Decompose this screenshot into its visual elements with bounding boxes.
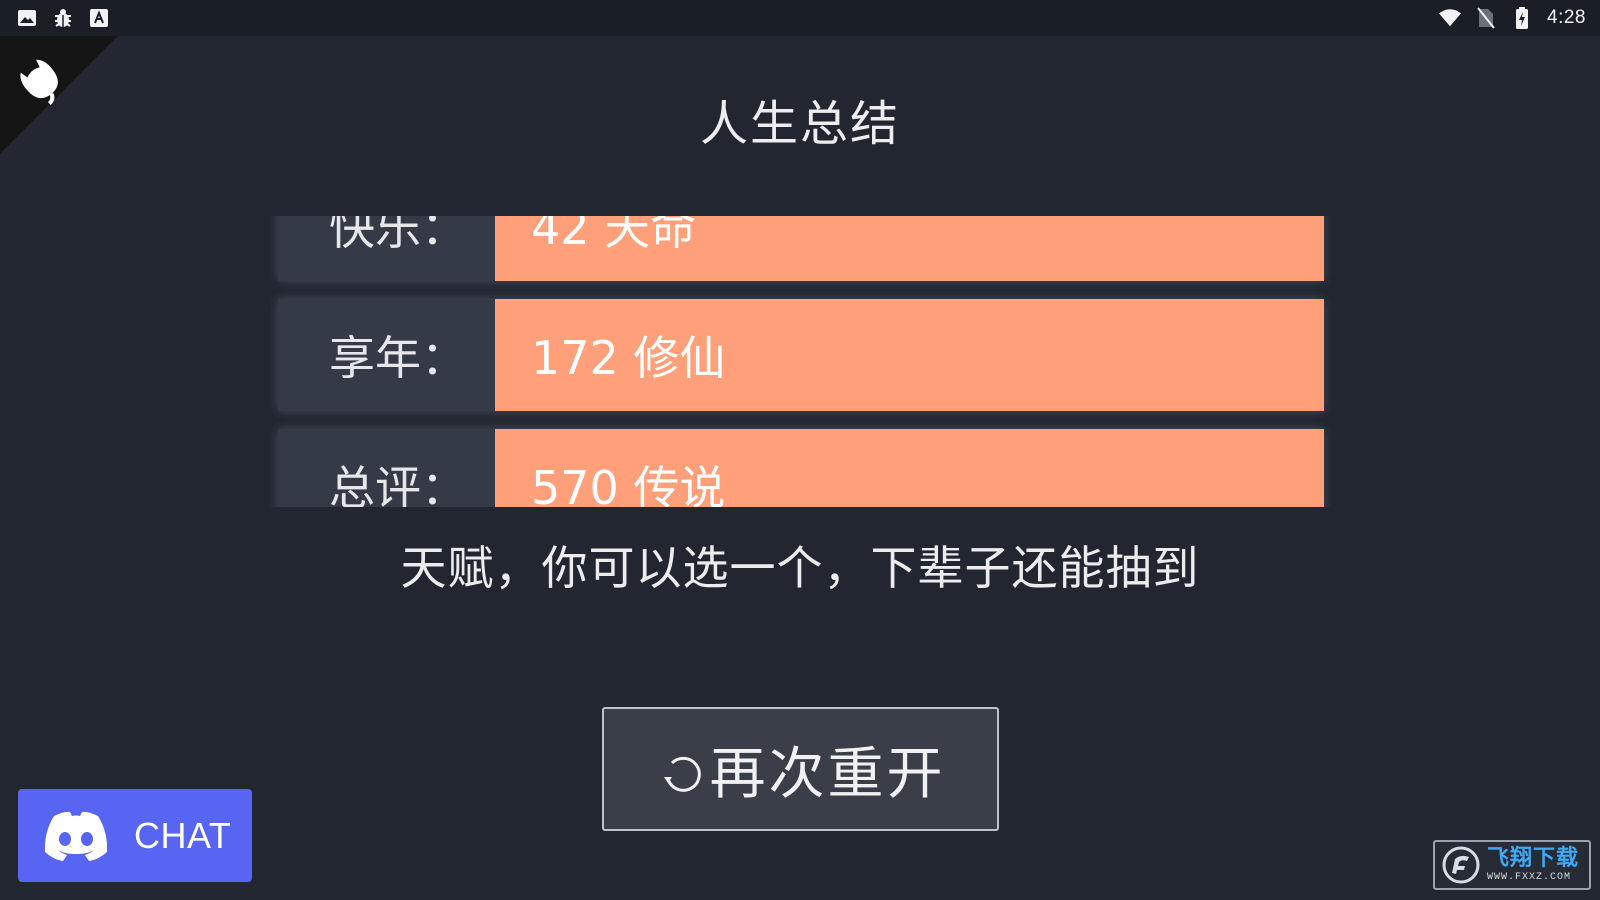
talent-prompt: 天赋，你可以选一个，下辈子还能抽到 (400, 541, 1200, 595)
summary-value: 570 传说 (495, 429, 1324, 507)
summary-list[interactable]: 快乐： 42 天命 享年： 172 修仙 总评： 570 传说 (270, 216, 1332, 507)
watermark-logo-icon (1442, 846, 1480, 884)
summary-row-overall: 总评： 570 传说 (278, 429, 1324, 507)
discord-icon (44, 811, 108, 861)
image-icon (16, 7, 38, 29)
restart-button-label: 再次重开 (709, 741, 946, 807)
clock-time: 4:28 (1547, 7, 1586, 28)
wifi-icon (1439, 7, 1462, 29)
page-title: 人生总结 (699, 96, 900, 152)
summary-label: 快乐： (278, 216, 495, 281)
battery-charging-icon (1511, 7, 1533, 29)
restart-button[interactable]: 再次重开 (602, 707, 999, 831)
refresh-icon (663, 756, 701, 792)
chat-button-label: CHAT (134, 814, 232, 856)
watermark-title: 飞翔下载 (1487, 845, 1580, 871)
summary-label: 总评： (278, 429, 495, 507)
game-screen: 4:28 人生总结 快乐： 42 天命 享年： 172 修仙 总评： 570 传… (0, 0, 1600, 900)
bug-icon (52, 7, 74, 29)
summary-label: 享年： (278, 299, 495, 411)
watermark: 飞翔下载 WWW.FXXZ.COM (1433, 840, 1591, 890)
chat-button[interactable]: CHAT (18, 789, 252, 882)
summary-row-happiness: 快乐： 42 天命 (278, 216, 1324, 281)
font-icon (88, 7, 110, 29)
watermark-url: WWW.FXXZ.COM (1487, 871, 1572, 883)
no-sim-icon (1475, 7, 1497, 29)
status-bar: 4:28 (0, 0, 1600, 36)
summary-row-lifespan: 享年： 172 修仙 (278, 299, 1324, 411)
summary-value: 172 修仙 (495, 299, 1324, 411)
summary-value: 42 天命 (495, 216, 1324, 281)
